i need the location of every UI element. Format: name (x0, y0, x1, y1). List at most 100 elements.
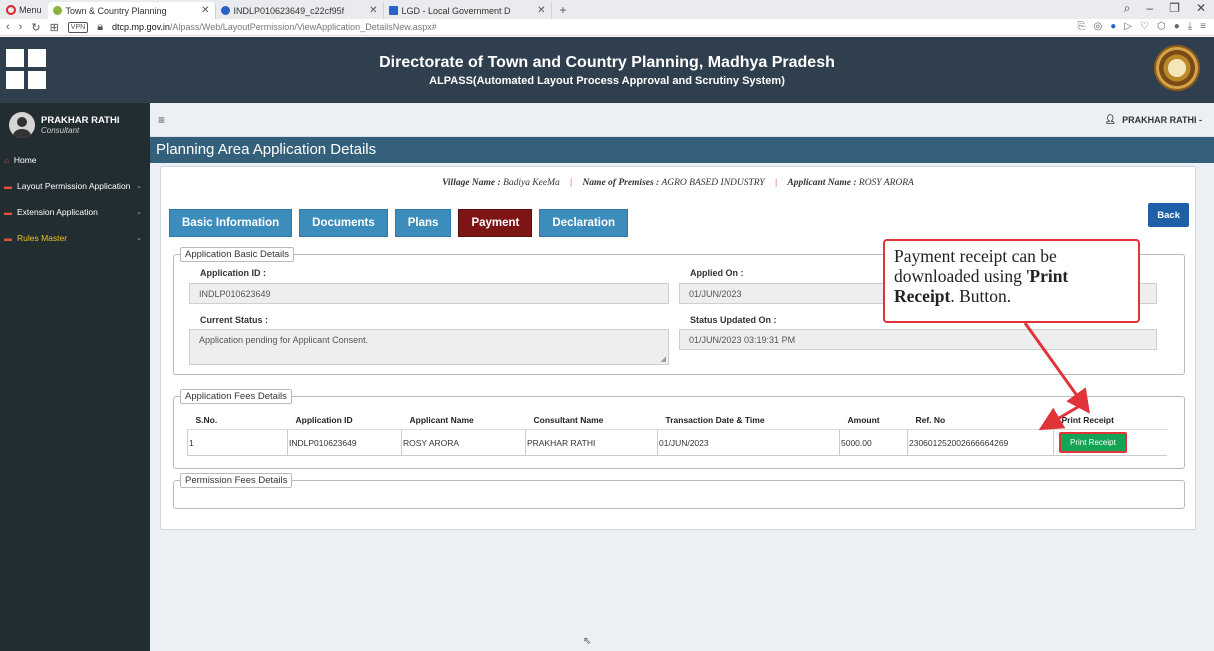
details-panel: Village Name : Badiya KeeMa | Name of Pr… (160, 166, 1196, 530)
print-receipt-button[interactable]: Print Receipt (1059, 432, 1127, 453)
state-emblem-icon (1154, 45, 1200, 91)
opera-logo-icon (6, 4, 16, 15)
current-status-field: Application pending for Applicant Consen… (189, 329, 669, 365)
current-status-label: Current Status : (200, 315, 269, 325)
page-title: Planning Area Application Details (156, 141, 377, 158)
site-favicon-icon (52, 6, 62, 15)
sidebar-item-rules-master[interactable]: ▬ Rules Master ⌄ (0, 225, 150, 251)
globe-icon (220, 6, 230, 15)
tab-payment[interactable]: Payment (458, 209, 533, 237)
col-print-receipt: Print Receipt (1053, 411, 1167, 430)
user-icon: 👤︎ (1104, 114, 1117, 124)
browser-tab[interactable]: Town & Country Planning ✕ (47, 2, 216, 19)
tab-basic-information[interactable]: Basic Information (169, 209, 293, 237)
browser-tab[interactable]: LGD - Local Government D ✕ (384, 2, 552, 19)
permission-fees-section: Permission Fees Details (173, 473, 1185, 509)
mouse-cursor-icon: ⇖ (583, 636, 592, 647)
page-header: Planning Area Application Details (150, 137, 1214, 163)
sidebar: PRAKHAR RATHI Consultant ⌂ Home ▬ Layout… (0, 103, 150, 651)
col-applicant-name: Applicant Name (401, 411, 526, 430)
hamburger-menu-icon[interactable]: ≡ (158, 113, 165, 127)
download-icon[interactable]: ⤓ (1188, 21, 1192, 32)
application-summary: Village Name : Badiya KeeMa | Name of Pr… (442, 178, 914, 188)
url-field[interactable]: dtcp.mp.gov.in/Alpass/Web/LayoutPermissi… (112, 22, 437, 32)
search-icon[interactable]: ⌕ (1124, 1, 1131, 16)
lock-icon: 🔒︎ (97, 20, 104, 33)
back-arrow-icon[interactable]: ‹ (6, 21, 10, 33)
menu-icon[interactable]: ≡ (1200, 21, 1206, 32)
speed-dial-icon[interactable]: ⊞ (50, 21, 59, 34)
application-id-label: Application ID : (200, 268, 266, 278)
shield-icon[interactable]: ● (1110, 21, 1116, 32)
status-updated-field: 01/JUN/2023 03:19:31 PM (679, 329, 1157, 350)
profile-icon[interactable]: ● (1174, 21, 1180, 32)
applied-on-label: Applied On : (690, 268, 744, 278)
annotation-callout: Payment receipt can be downloaded using … (883, 239, 1140, 323)
close-tab-icon[interactable]: ✕ (201, 5, 209, 16)
section-legend: Permission Fees Details (180, 473, 293, 488)
tab-plans[interactable]: Plans (394, 209, 452, 237)
close-tab-icon[interactable]: ✕ (369, 5, 377, 16)
sidebar-user: PRAKHAR RATHI Consultant (0, 103, 150, 147)
avatar (9, 112, 35, 138)
section-legend: Application Fees Details (180, 389, 292, 404)
cell-ref: 230601252002666664269 (907, 429, 1054, 456)
snapshot-icon[interactable]: ⎘ (1078, 21, 1086, 32)
extensions-icon[interactable]: ⬡ (1157, 21, 1166, 32)
cell-date: 01/JUN/2023 (657, 429, 840, 456)
close-tab-icon[interactable]: ✕ (537, 5, 545, 16)
chevron-down-icon: ⌄ (136, 209, 142, 216)
folder-icon: ▬ (4, 181, 12, 191)
minimize-icon[interactable]: – (1146, 1, 1153, 16)
forward-arrow-icon[interactable]: › (19, 21, 23, 33)
sidebar-item-layout-permission[interactable]: ▬ Layout Permission Application ⌄ (0, 173, 150, 199)
resize-grip-icon[interactable]: ◢ (661, 355, 666, 363)
vpn-badge[interactable]: VPN (67, 21, 89, 33)
close-window-icon[interactable]: ✕ (1196, 1, 1206, 16)
browser-menu-button[interactable]: Menu (4, 4, 48, 15)
reload-icon[interactable]: ↻ (31, 21, 40, 34)
camera-icon[interactable]: ◎ (1094, 21, 1103, 32)
tab-declaration[interactable]: Declaration (539, 209, 629, 237)
table-row: 1 INDLP010623649 ROSY ARORA PRAKHAR RATH… (187, 429, 1167, 456)
chevron-down-icon: ⌄ (136, 183, 142, 190)
browser-tab[interactable]: INDLP010623649_c22cf95f ✕ (216, 2, 384, 19)
fees-table: S.No. Application ID Applicant Name Cons… (187, 411, 1167, 456)
address-bar: ‹ › ↻ ⊞ VPN 🔒︎ dtcp.mp.gov.in/Alpass/Web… (0, 19, 1214, 36)
home-icon: ⌂ (4, 155, 9, 165)
heart-icon[interactable]: ♡ (1140, 21, 1149, 32)
restore-icon[interactable]: ❐ (1169, 1, 1180, 16)
sidebar-item-home[interactable]: ⌂ Home (0, 147, 150, 173)
col-consultant-name: Consultant Name (525, 411, 658, 430)
new-tab-button[interactable]: + (552, 3, 575, 17)
cell-consultant: PRAKHAR RATHI (525, 429, 658, 456)
status-updated-label: Status Updated On : (690, 315, 777, 325)
chevron-down-icon: ⌄ (136, 235, 142, 242)
application-id-field: INDLP010623649 (189, 283, 669, 304)
col-ref-no: Ref. No (907, 411, 1054, 430)
folder-icon: ▬ (4, 233, 12, 243)
lgd-favicon-icon (388, 6, 398, 15)
col-transaction-date: Transaction Date & Time (657, 411, 840, 430)
back-button[interactable]: Back (1148, 203, 1189, 227)
user-dropdown[interactable]: 👤︎ PRAKHAR RATHI - (1105, 114, 1202, 125)
cell-amount: 5000.00 (839, 429, 908, 456)
sidebar-user-name: PRAKHAR RATHI (41, 115, 120, 126)
banner-subtitle: ALPASS(Automated Layout Process Approval… (429, 75, 785, 87)
top-navbar: ≡ 👤︎ PRAKHAR RATHI - (150, 103, 1214, 137)
banner-title: Directorate of Town and Country Planning… (379, 54, 835, 71)
cell-applicant: ROSY ARORA (401, 429, 526, 456)
detail-tabs: Basic Information Documents Plans Paymen… (169, 209, 629, 237)
col-amount: Amount (839, 411, 908, 430)
cell-print-receipt: Print Receipt (1053, 429, 1167, 456)
folder-icon: ▬ (4, 207, 12, 217)
tab-documents[interactable]: Documents (299, 209, 388, 237)
table-header-row: S.No. Application ID Applicant Name Cons… (187, 411, 1167, 430)
col-sno: S.No. (187, 411, 288, 430)
cell-sno: 1 (187, 429, 288, 456)
site-banner: Directorate of Town and Country Planning… (0, 37, 1214, 103)
browser-tab-strip: Menu Town & Country Planning ✕ INDLP0106… (0, 0, 1214, 19)
sidebar-user-role: Consultant (41, 126, 80, 135)
sidebar-item-extension[interactable]: ▬ Extension Application ⌄ (0, 199, 150, 225)
play-icon[interactable]: ▷ (1124, 21, 1132, 32)
